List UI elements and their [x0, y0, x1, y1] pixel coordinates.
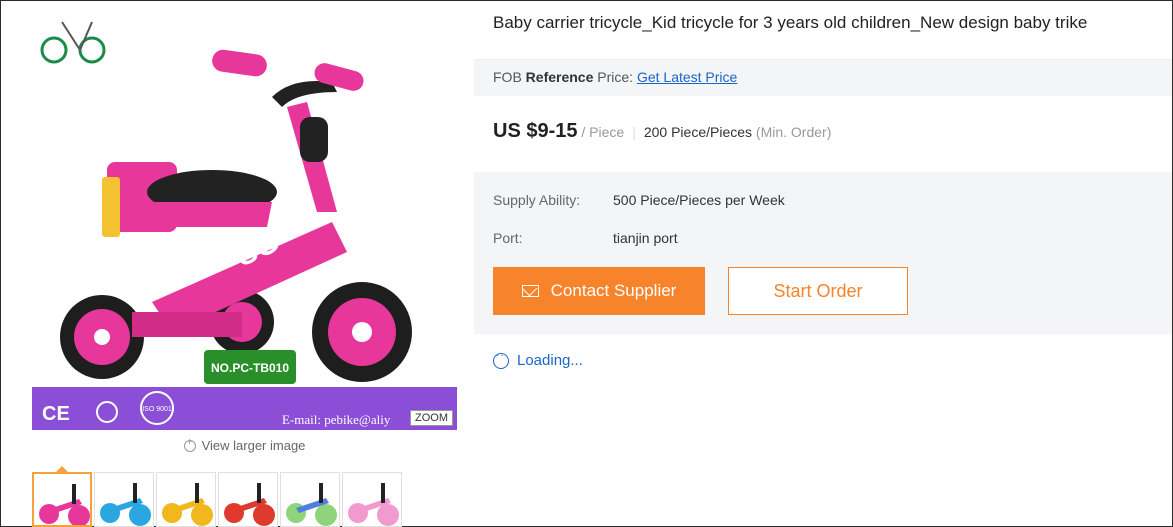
thumbnail-strip	[32, 472, 404, 527]
thumbnail-pink[interactable]	[32, 472, 92, 527]
product-gallery: SG NO.PC-TB010 CE ISO 9001 E-mail: pebik…	[32, 12, 457, 527]
zoom-badge[interactable]: ZOOM	[410, 410, 453, 426]
price-row: US $9-15 / Piece | 200 Piece/Pieces (Min. …	[493, 120, 831, 143]
min-order-qty: 200 Piece/Pieces	[643, 124, 753, 140]
rear-left-wheel	[60, 295, 144, 379]
ce-mark: CE	[42, 403, 70, 425]
fob-suffix: Price:	[593, 69, 634, 85]
contact-supplier-label: Contact Supplier	[550, 281, 677, 300]
thumbnail-green[interactable]	[280, 472, 340, 527]
port-row: Port: tianjin port	[493, 230, 678, 246]
thumbnail-red[interactable]	[218, 472, 278, 527]
loading-indicator: Loading...	[493, 350, 583, 369]
product-title: Baby carrier tricycle_Kid tricycle for 3…	[493, 13, 1088, 32]
thumbnail-light-pink[interactable]	[342, 472, 402, 527]
fob-prefix: FOB	[493, 69, 526, 85]
fob-price-row: FOB Reference Price: Get Latest Price	[474, 59, 1172, 96]
divider: |	[632, 124, 636, 140]
main-product-image[interactable]: SG NO.PC-TB010 CE ISO 9001 E-mail: pebik…	[32, 12, 457, 430]
email-watermark: E-mail: pebike@aliy	[282, 412, 391, 427]
product-info: Baby carrier tricycle_Kid tricycle for 3…	[474, 0, 1172, 527]
price-unit: / Piece	[581, 124, 625, 140]
contact-supplier-button[interactable]: Contact Supplier	[493, 267, 705, 315]
thumbnail-yellow[interactable]	[156, 472, 216, 527]
thumbnail-blue[interactable]	[94, 472, 154, 527]
view-larger-label: View larger image	[201, 438, 306, 453]
supply-panel: Supply Ability: 500 Piece/Pieces per Week…	[474, 172, 1172, 334]
mail-icon	[521, 285, 539, 297]
view-larger-link[interactable]: View larger image	[32, 437, 457, 453]
fob-reference: Reference	[525, 69, 594, 85]
zoom-in-icon	[183, 437, 196, 452]
get-latest-price-link[interactable]: Get Latest Price	[637, 69, 737, 85]
iso-label: ISO 9001	[142, 406, 172, 413]
loading-icon	[493, 350, 509, 369]
start-order-button[interactable]: Start Order	[728, 267, 908, 315]
port-label: Port:	[493, 230, 523, 246]
supply-ability-label: Supply Ability:	[493, 192, 581, 208]
front-wheel	[312, 282, 412, 382]
min-order-hint: (Min. Order)	[755, 124, 832, 140]
price-value: US $9-15	[493, 120, 578, 142]
supply-ability-row: Supply Ability: 500 Piece/Pieces per Week	[493, 192, 785, 208]
loading-label: Loading...	[517, 352, 583, 369]
port-value: tianjin port	[613, 230, 678, 246]
supply-ability-value: 500 Piece/Pieces per Week	[613, 192, 785, 208]
model-label: NO.PC-TB010	[211, 361, 289, 375]
